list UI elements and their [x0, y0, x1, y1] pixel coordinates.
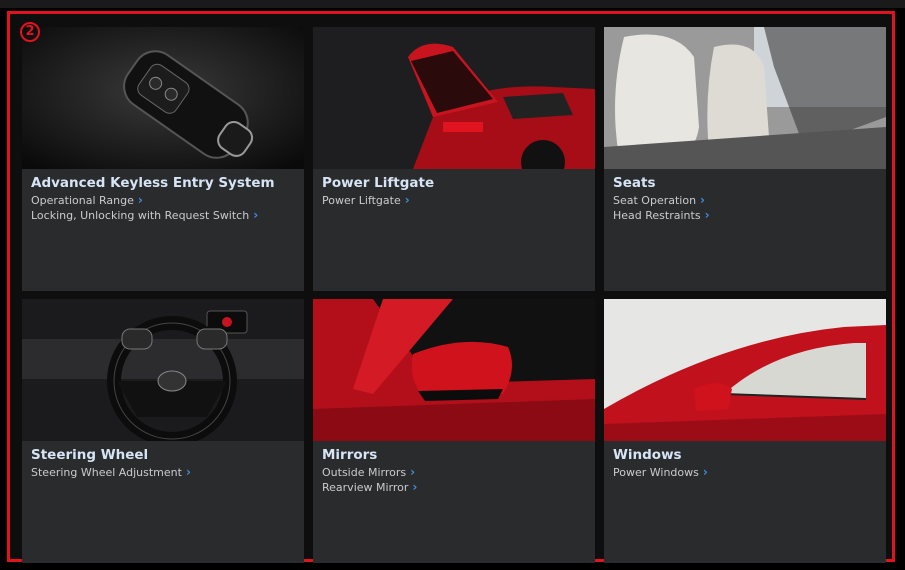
top-bar — [0, 0, 905, 8]
card-title[interactable]: Mirrors — [322, 447, 377, 463]
link-locking-unlocking[interactable]: Locking, Unlocking with Request Switch › — [31, 208, 258, 223]
section-marker: 2 — [20, 22, 40, 42]
card-title[interactable]: Power Liftgate — [322, 175, 434, 191]
steering-wheel-image — [22, 299, 304, 441]
card-steering-wheel[interactable]: Steering Wheel Steering Wheel Adjustment… — [22, 299, 304, 563]
chevron-right-icon: › — [410, 465, 416, 479]
link-steering-wheel-adjustment[interactable]: Steering Wheel Adjustment › — [31, 465, 191, 480]
card-mirrors[interactable]: Mirrors Outside Mirrors › Rearview Mirror… — [313, 299, 595, 563]
card-links: Power Liftgate › — [322, 193, 410, 208]
card-keyless[interactable]: Advanced Keyless Entry System Operationa… — [22, 27, 304, 291]
card-links: Steering Wheel Adjustment › — [31, 465, 191, 480]
card-links: Seat Operation › Head Restraints › — [613, 193, 710, 223]
card-seats[interactable]: Seats Seat Operation › Head Restraints › — [604, 27, 886, 291]
chevron-right-icon: › — [404, 193, 410, 207]
card-title[interactable]: Steering Wheel — [31, 447, 148, 463]
link-rearview-mirror[interactable]: Rearview Mirror › — [322, 480, 417, 495]
windows-image — [604, 299, 886, 441]
card-title[interactable]: Advanced Keyless Entry System — [31, 175, 275, 191]
liftgate-image — [313, 27, 595, 169]
keyless-image — [22, 27, 304, 169]
link-seat-operation[interactable]: Seat Operation › — [613, 193, 710, 208]
card-power-liftgate[interactable]: Power Liftgate Power Liftgate › — [313, 27, 595, 291]
chevron-right-icon: › — [137, 193, 143, 207]
chevron-right-icon: › — [412, 480, 418, 494]
chevron-right-icon: › — [253, 208, 259, 222]
chevron-right-icon: › — [702, 465, 708, 479]
card-title[interactable]: Windows — [613, 447, 682, 463]
card-links: Power Windows › — [613, 465, 708, 480]
card-links: Outside Mirrors › Rearview Mirror › — [322, 465, 417, 495]
chevron-right-icon: › — [700, 193, 705, 207]
chevron-right-icon: › — [704, 208, 710, 222]
chevron-right-icon: › — [185, 465, 191, 479]
link-outside-mirrors[interactable]: Outside Mirrors › — [322, 465, 417, 480]
link-power-windows[interactable]: Power Windows › — [613, 465, 708, 480]
card-windows[interactable]: Windows Power Windows › — [604, 299, 886, 563]
card-links: Operational Range › Locking, Unlocking wi… — [31, 193, 258, 223]
seats-image — [604, 27, 886, 169]
link-head-restraints[interactable]: Head Restraints › — [613, 208, 710, 223]
mirrors-image — [313, 299, 595, 441]
link-power-liftgate[interactable]: Power Liftgate › — [322, 193, 410, 208]
card-title[interactable]: Seats — [613, 175, 655, 191]
highlight-frame: 2 Advanced Keyless Entry System Operatio… — [7, 11, 895, 563]
link-operational-range[interactable]: Operational Range › — [31, 193, 258, 208]
